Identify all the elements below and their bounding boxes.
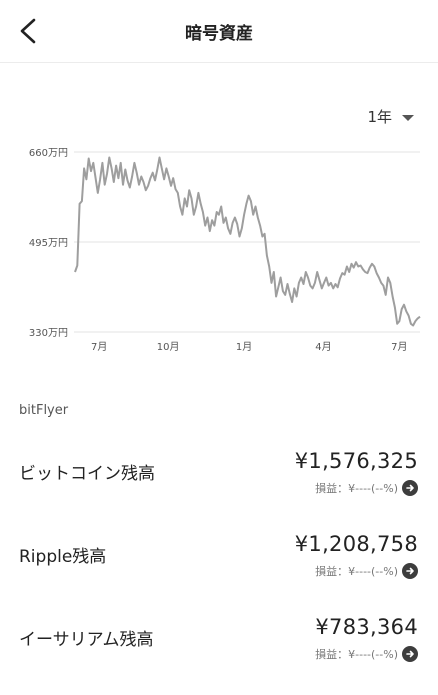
asset-amount: ¥783,364 — [315, 615, 418, 639]
y-tick-label: 495万円 — [29, 238, 68, 249]
arrow-right-icon[interactable] — [402, 563, 418, 579]
profit-loss-label: 損益：¥----(--%) — [315, 565, 398, 578]
x-tick-label: 7月 — [91, 341, 107, 353]
caret-down-icon — [402, 114, 414, 121]
x-tick-label: 7月 — [391, 341, 407, 353]
x-tick-label: 10月 — [157, 341, 180, 353]
x-tick-label: 4月 — [315, 341, 331, 353]
asset-name: イーサリアム残高 — [19, 630, 154, 650]
arrow-right-icon[interactable] — [402, 480, 418, 496]
asset-name: Ripple残高 — [19, 547, 107, 567]
period-label: 1年 — [367, 108, 392, 126]
y-tick-label: 330万円 — [29, 328, 68, 339]
header: 暗号資産 — [0, 0, 438, 63]
asset-row-ethereum[interactable]: イーサリアム残高 ¥783,364 損益：¥----(--%) — [0, 615, 438, 695]
y-tick-label: 660万円 — [29, 148, 68, 159]
page-title: 暗号資産 — [185, 24, 253, 44]
asset-amount: ¥1,576,325 — [294, 449, 418, 473]
asset-name: ビットコイン残高 — [19, 464, 155, 484]
price-chart: 660万円 495万円 330万円 7月 10月 1月 4月 7月 — [29, 148, 421, 353]
profit-loss-label: 損益：¥----(--%) — [315, 648, 398, 661]
arrow-right-icon[interactable] — [402, 646, 418, 662]
asset-amount: ¥1,208,758 — [294, 532, 418, 556]
asset-row-bitcoin[interactable]: ビットコイン残高 ¥1,576,325 損益：¥----(--%) — [0, 449, 438, 529]
x-tick-label: 1月 — [236, 341, 252, 353]
exchange-label: bitFlyer — [19, 403, 69, 418]
profit-loss-label: 損益：¥----(--%) — [315, 482, 398, 495]
profit-loss: 損益：¥----(--%) — [315, 563, 418, 579]
profit-loss: 損益：¥----(--%) — [315, 480, 418, 496]
profit-loss: 損益：¥----(--%) — [315, 646, 418, 662]
period-dropdown[interactable]: 1年 — [367, 106, 414, 127]
asset-row-ripple[interactable]: Ripple残高 ¥1,208,758 損益：¥----(--%) — [0, 532, 438, 612]
